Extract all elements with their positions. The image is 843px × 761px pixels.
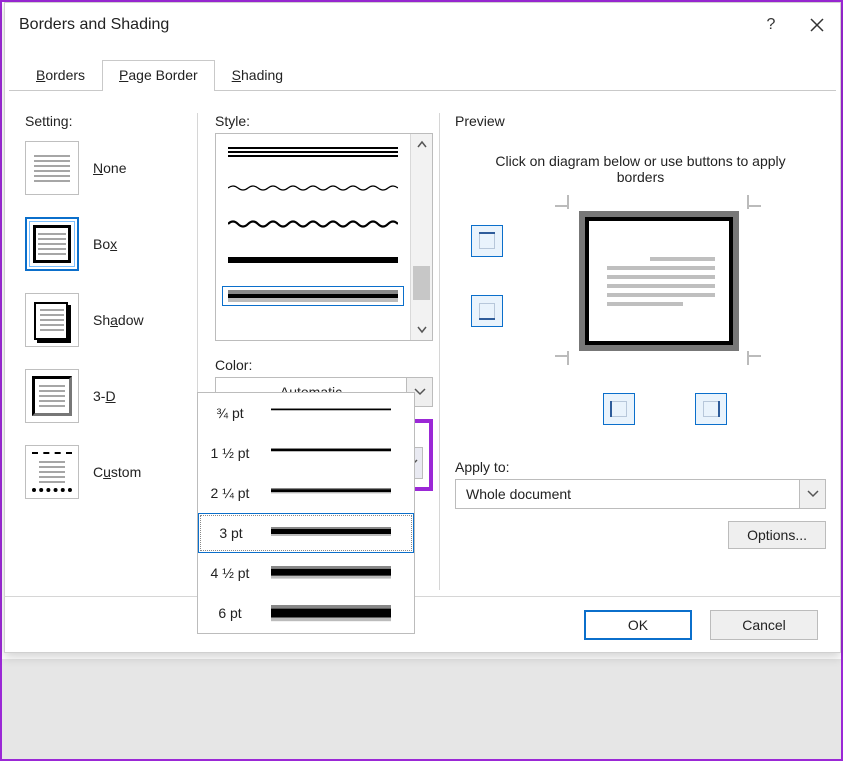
style-scrollbar[interactable]	[410, 134, 432, 340]
setting-box-icon	[25, 217, 79, 271]
tab-strip: Borders Page Border Shading	[5, 59, 840, 90]
style-option-wave-bold[interactable]	[222, 214, 404, 234]
width-option-label: 4 ½ pt	[198, 565, 262, 581]
style-option-emboss-bar[interactable]	[222, 286, 404, 306]
preview-diagram	[455, 201, 826, 401]
tab-borders[interactable]: Borders	[19, 60, 102, 91]
scroll-thumb[interactable]	[413, 266, 430, 300]
setting-custom[interactable]: Custom	[25, 445, 187, 499]
width-option[interactable]: 6 pt	[198, 593, 414, 633]
dialog-title: Borders and Shading	[19, 16, 169, 34]
setting-custom-icon	[25, 445, 79, 499]
preview-help-text: Click on diagram below or use buttons to…	[475, 153, 806, 185]
width-option-preview-icon	[262, 448, 414, 458]
border-right-button[interactable]	[695, 393, 727, 425]
scroll-up-icon[interactable]	[411, 134, 432, 156]
preview-page[interactable]	[579, 211, 739, 351]
width-option-label: 6 pt	[198, 605, 262, 621]
help-button[interactable]: ?	[748, 3, 794, 47]
apply-to-label: Apply to:	[455, 459, 826, 475]
style-option-triple[interactable]	[222, 142, 404, 162]
setting-none-icon	[25, 141, 79, 195]
setting-box[interactable]: Box	[25, 217, 187, 271]
border-top-button[interactable]	[471, 225, 503, 257]
tab-page-border[interactable]: Page Border	[102, 60, 215, 91]
width-dropdown[interactable]: ¾ pt 1 ½ pt 2 ¼ pt 3 pt 4 ½ pt 6 pt	[197, 392, 415, 634]
style-option-wave-thin[interactable]	[222, 178, 404, 198]
setting-shadow-icon	[25, 293, 79, 347]
setting-group: Setting: None Box	[25, 113, 187, 499]
width-option[interactable]: 1 ½ pt	[198, 433, 414, 473]
width-option-preview-icon	[263, 527, 413, 540]
width-option[interactable]: 2 ¼ pt	[198, 473, 414, 513]
close-button[interactable]	[794, 3, 840, 47]
apply-to-combo[interactable]: Whole document	[455, 479, 826, 509]
scroll-down-icon[interactable]	[411, 318, 432, 340]
width-option-label: 1 ½ pt	[198, 445, 262, 461]
borders-shading-dialog: Borders and Shading ? Borders Page Borde…	[4, 2, 841, 653]
style-label: Style:	[215, 113, 433, 129]
width-option[interactable]: 4 ½ pt	[198, 553, 414, 593]
width-option-preview-icon	[262, 605, 414, 622]
close-icon	[810, 18, 824, 32]
setting-label: Setting:	[25, 113, 72, 129]
style-listbox[interactable]	[215, 133, 433, 341]
cancel-button[interactable]: Cancel	[710, 610, 818, 640]
options-button[interactable]: Options...	[728, 521, 826, 549]
width-option-label: 2 ¼ pt	[198, 485, 262, 501]
style-option-solid-thick[interactable]	[222, 250, 404, 270]
setting-shadow[interactable]: Shadow	[25, 293, 187, 347]
apply-to-value: Whole document	[456, 486, 799, 502]
ok-button[interactable]: OK	[584, 610, 692, 640]
titlebar: Borders and Shading ?	[5, 3, 840, 47]
preview-group: Preview Click on diagram below or use bu…	[455, 113, 826, 549]
width-option-preview-icon	[262, 566, 414, 581]
width-option[interactable]: 3 pt	[198, 513, 414, 553]
tab-shading[interactable]: Shading	[215, 60, 300, 91]
preview-label: Preview	[455, 113, 826, 129]
color-label: Color:	[215, 357, 433, 373]
width-option-label: 3 pt	[199, 525, 263, 541]
chevron-down-icon[interactable]	[799, 480, 825, 508]
width-option-preview-icon	[262, 488, 414, 499]
width-option-label: ¾ pt	[198, 405, 262, 421]
setting-3d[interactable]: 3-D	[25, 369, 187, 423]
border-left-button[interactable]	[603, 393, 635, 425]
border-bottom-button[interactable]	[471, 295, 503, 327]
dialog-footer: OK Cancel	[5, 596, 840, 652]
width-option-preview-icon	[262, 408, 414, 418]
setting-none[interactable]: None	[25, 141, 187, 195]
setting-3d-icon	[25, 369, 79, 423]
width-option[interactable]: ¾ pt	[198, 393, 414, 433]
